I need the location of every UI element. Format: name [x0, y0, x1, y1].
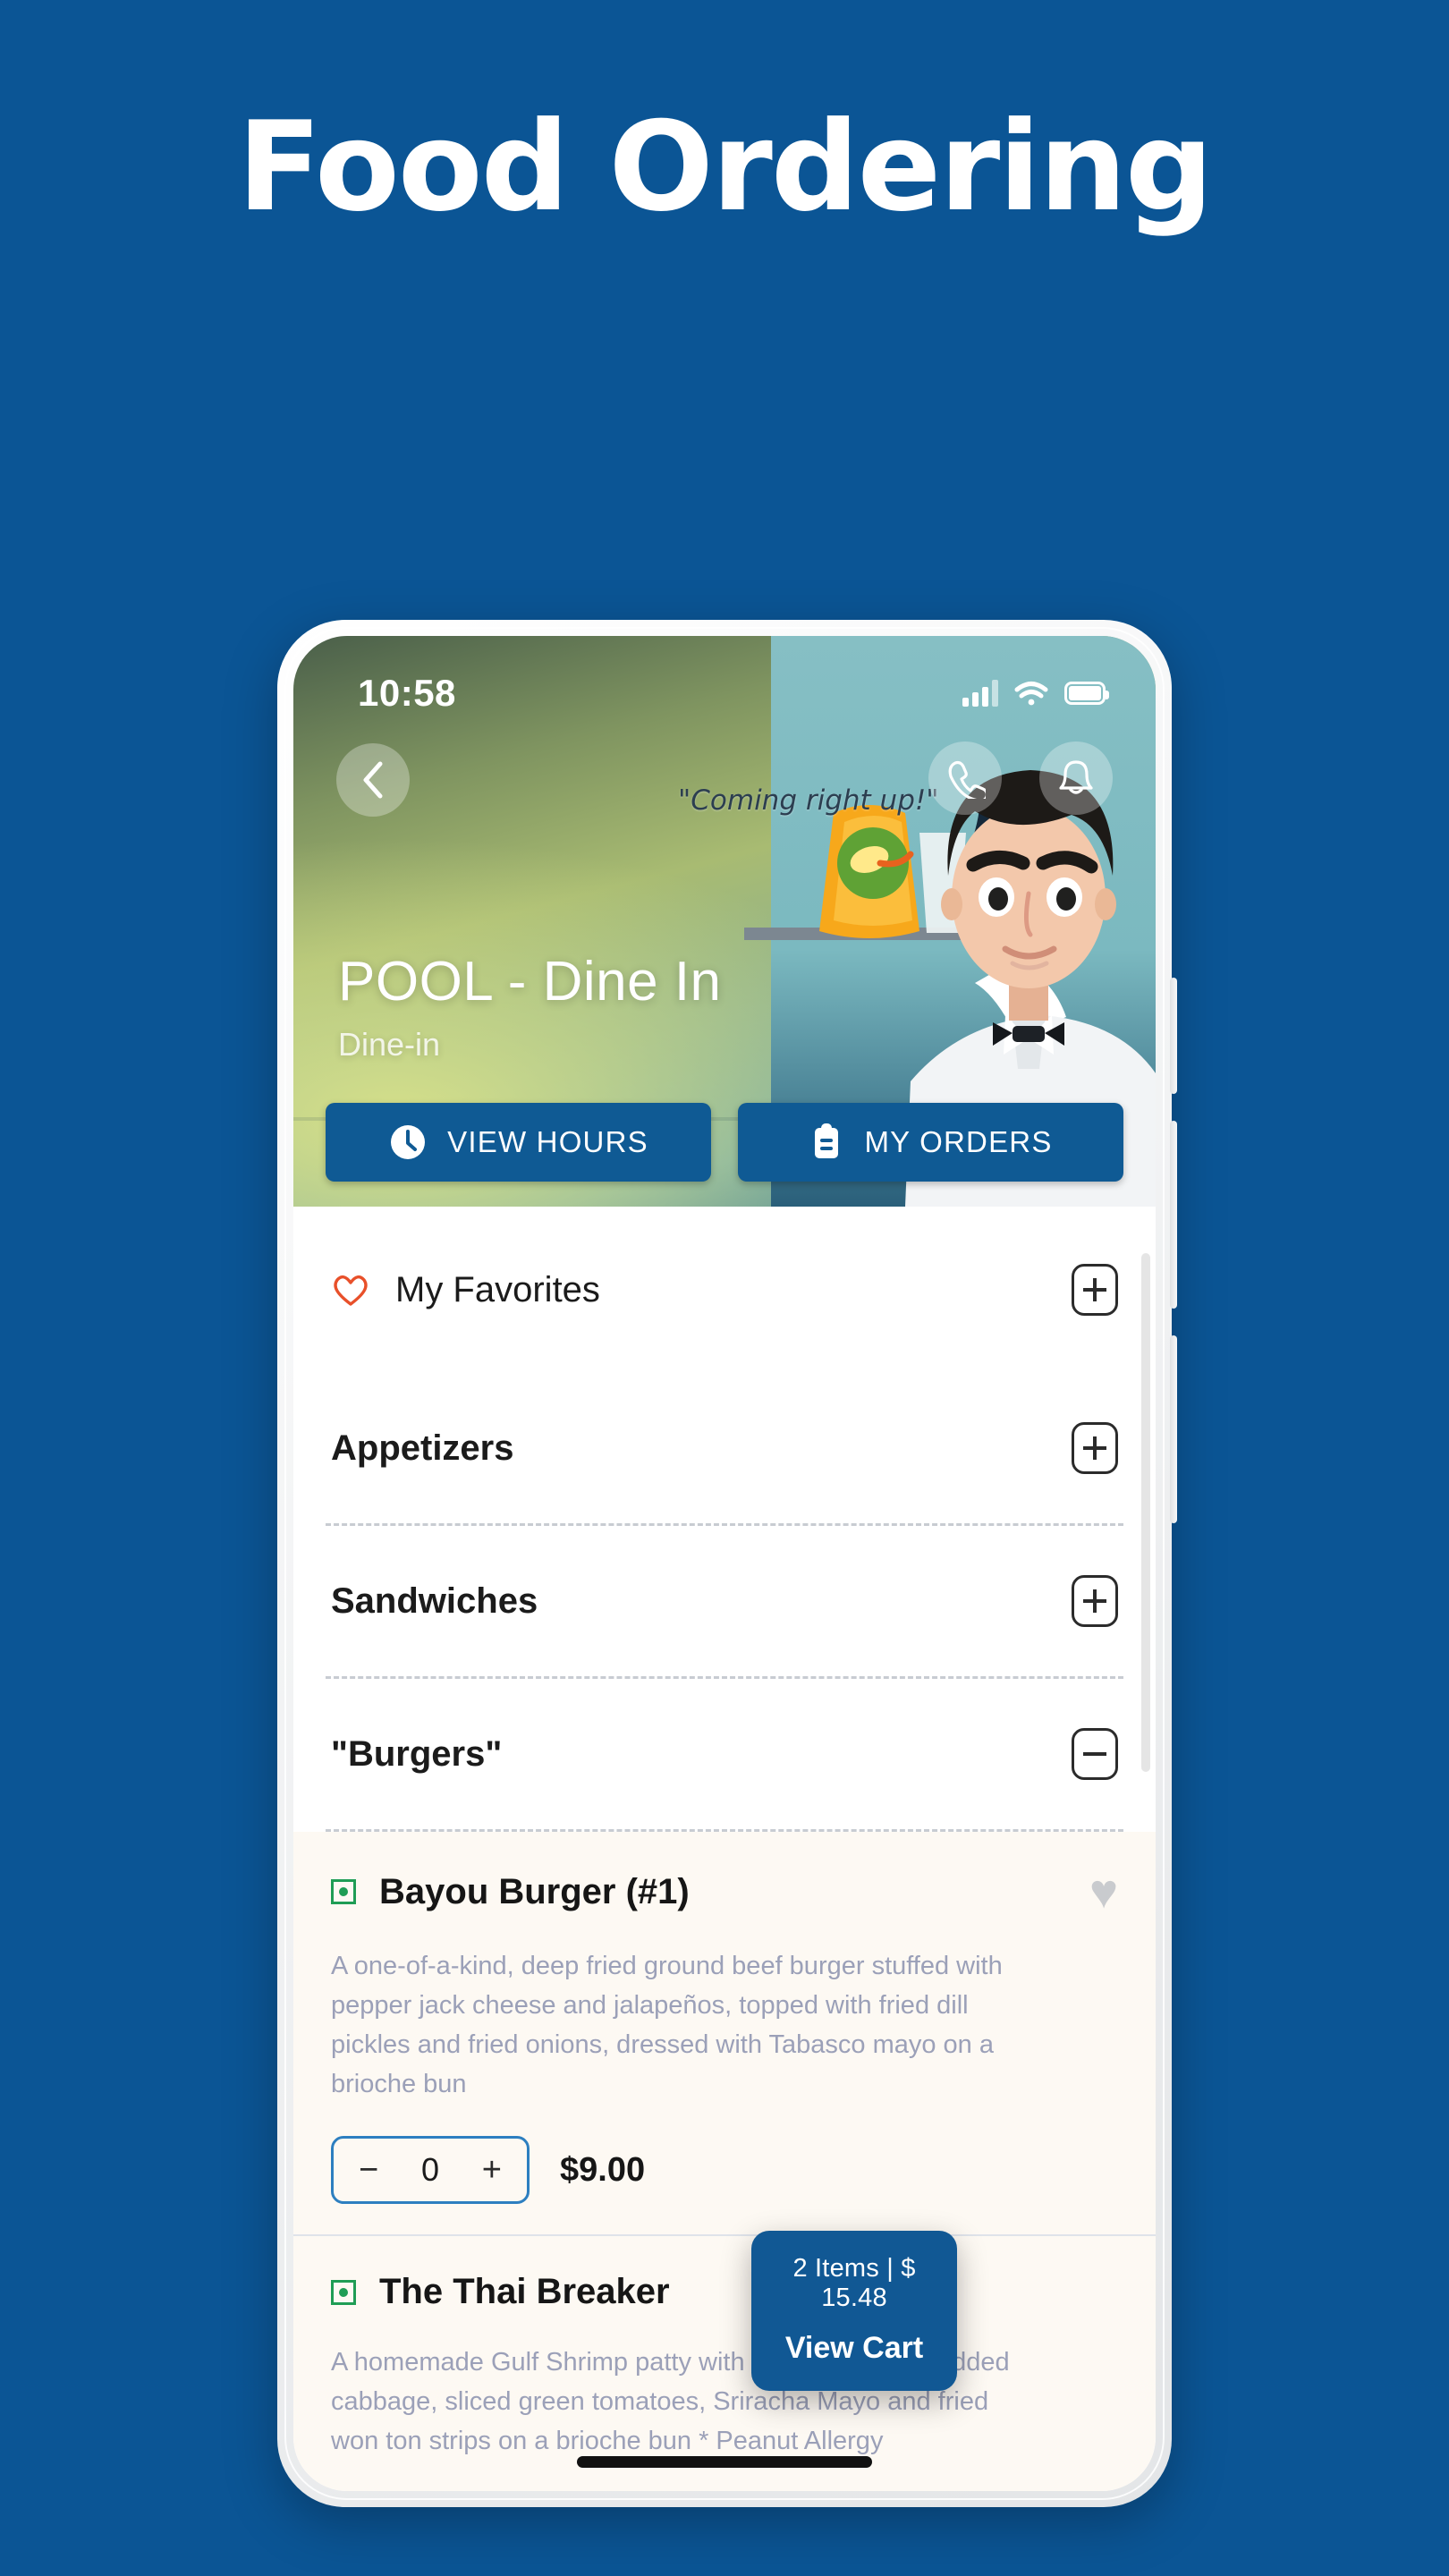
- item-footer: − 0 + $9.00: [331, 2136, 1118, 2205]
- my-orders-label: MY ORDERS: [864, 1125, 1053, 1158]
- category-divider: [326, 1829, 1123, 1832]
- phone-side-button-volume-up[interactable]: [1170, 1121, 1177, 1309]
- category-label: My Favorites: [395, 1269, 600, 1309]
- call-restaurant-button[interactable]: [928, 741, 1002, 815]
- view-cart-fab[interactable]: 2 Items | $ 15.48 View Cart: [751, 2231, 957, 2391]
- item-name-group: The Thai Breaker: [331, 2272, 670, 2312]
- view-cart-label: View Cart: [784, 2331, 924, 2365]
- decrement-button[interactable]: −: [359, 2153, 378, 2187]
- category-row-appetizers[interactable]: Appetizers: [293, 1373, 1156, 1523]
- item-name-group: Bayou Burger (#1): [331, 1872, 690, 1912]
- veg-indicator-icon: [331, 1879, 356, 1904]
- clipboard-icon: [815, 1123, 839, 1158]
- view-hours-label: VIEW HOURS: [447, 1125, 648, 1158]
- bell-icon: [1059, 760, 1093, 794]
- speech-bubble-text: "Coming right up!": [678, 784, 939, 817]
- back-button[interactable]: [336, 743, 410, 817]
- menu-category-list: My Favorites Appetizers Sandwiches "Burg…: [293, 1207, 1156, 1832]
- page-title: Food Ordering: [237, 95, 1213, 239]
- plus-icon-vertical: [1093, 1589, 1097, 1613]
- status-icon-group: [962, 680, 1109, 707]
- my-orders-button[interactable]: MY ORDERS: [738, 1103, 1123, 1182]
- item-header: Bayou Burger (#1) ♥: [331, 1868, 1118, 1916]
- category-label: "Burgers": [331, 1733, 503, 1774]
- restaurant-name: POOL - Dine In: [338, 951, 722, 1013]
- restaurant-title-block: POOL - Dine In Dine-in: [338, 950, 722, 1063]
- plus-icon-vertical: [1093, 1436, 1097, 1460]
- item-name: Bayou Burger (#1): [379, 1871, 690, 1911]
- category-left-group: "Burgers": [331, 1734, 502, 1775]
- home-indicator[interactable]: [577, 2456, 872, 2468]
- minus-icon: [1083, 1752, 1106, 1756]
- phone-side-button-mute[interactable]: [1170, 978, 1177, 1094]
- category-left-group: Sandwiches: [331, 1581, 538, 1622]
- category-label: Sandwiches: [331, 1580, 538, 1621]
- item-name: The Thai Breaker: [379, 2272, 670, 2312]
- view-hours-button[interactable]: VIEW HOURS: [326, 1103, 711, 1182]
- category-row-my-favorites[interactable]: My Favorites: [293, 1207, 1156, 1373]
- phone-screen: 10:58 "Coming right up!" POOL - Dine In …: [293, 636, 1156, 2491]
- heart-filled-icon[interactable]: ♥: [1089, 1868, 1118, 1916]
- menu-item-thai-breaker[interactable]: The Thai Breaker A homemade Gulf Shrimp …: [293, 2236, 1156, 2491]
- clock-icon: [391, 1125, 426, 1159]
- expand-toggle-appetizers[interactable]: [1072, 1422, 1118, 1474]
- vertical-scrollbar[interactable]: [1141, 1253, 1150, 1772]
- battery-icon: [1064, 682, 1109, 705]
- category-row-burgers[interactable]: "Burgers": [293, 1679, 1156, 1829]
- category-label: Appetizers: [331, 1428, 514, 1468]
- expand-toggle-my-favorites[interactable]: [1072, 1264, 1118, 1316]
- phone-icon: [948, 760, 986, 799]
- menu-item-bayou-burger[interactable]: Bayou Burger (#1) ♥ A one-of-a-kind, dee…: [293, 1832, 1156, 2234]
- hero-action-buttons: VIEW HOURS MY ORDERS: [326, 1103, 1123, 1182]
- service-type-label: Dine-in: [338, 1026, 441, 1063]
- phone-side-button-volume-down[interactable]: [1170, 1335, 1177, 1523]
- expand-toggle-sandwiches[interactable]: [1072, 1575, 1118, 1627]
- category-left-group: Appetizers: [331, 1428, 514, 1469]
- cart-summary: 2 Items | $ 15.48: [792, 2254, 916, 2312]
- signal-bars-icon: [962, 680, 998, 707]
- status-time: 10:58: [358, 672, 456, 714]
- veg-indicator-icon: [331, 2279, 356, 2305]
- phone-mockup: 10:58 "Coming right up!" POOL - Dine In …: [277, 620, 1177, 2507]
- category-row-sandwiches[interactable]: Sandwiches: [293, 1526, 1156, 1676]
- collapse-toggle-burgers[interactable]: [1072, 1728, 1118, 1780]
- notifications-button[interactable]: [1039, 741, 1113, 815]
- chevron-left-icon: [363, 761, 383, 799]
- menu-item-list: Bayou Burger (#1) ♥ A one-of-a-kind, dee…: [293, 1832, 1156, 2491]
- plus-icon-vertical: [1093, 1278, 1097, 1301]
- restaurant-hero-banner: 10:58 "Coming right up!" POOL - Dine In …: [293, 636, 1156, 1207]
- quantity-value: 0: [420, 2151, 440, 2189]
- quantity-stepper[interactable]: − 0 +: [331, 2136, 530, 2205]
- item-description: A one-of-a-kind, deep fried ground beef …: [331, 1952, 1003, 2099]
- category-left-group: My Favorites: [331, 1270, 600, 1310]
- item-price: $9.00: [560, 2150, 646, 2189]
- status-bar: 10:58: [293, 668, 1156, 718]
- heart-outline-icon: [334, 1275, 368, 1306]
- item-header: The Thai Breaker: [331, 2272, 1118, 2312]
- increment-button[interactable]: +: [482, 2153, 502, 2187]
- wifi-icon: [1014, 682, 1048, 706]
